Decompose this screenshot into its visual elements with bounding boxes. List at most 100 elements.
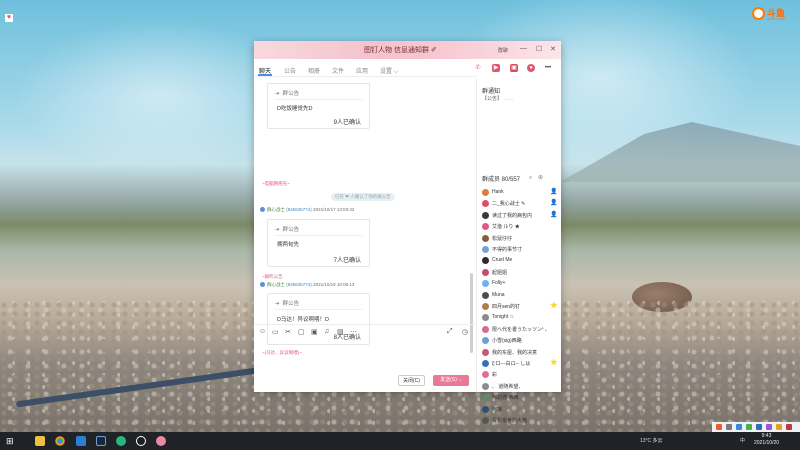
system-clock[interactable]: 9:43 2021/10/20	[754, 433, 779, 447]
member-row[interactable]: 青松零食的大猫	[482, 416, 560, 427]
member-avatar[interactable]	[482, 382, 489, 390]
member-avatar[interactable]	[482, 303, 489, 310]
member-row[interactable]: Cruel Me	[482, 256, 560, 267]
member-row[interactable]: 限へ代を書うたッツン㌧	[482, 325, 560, 336]
member-avatar[interactable]	[482, 280, 489, 288]
tab-apps[interactable]: 应用	[356, 66, 368, 75]
tray-app-icon[interactable]	[776, 424, 782, 430]
member-row[interactable]: 四月sen的钉 ⭐	[482, 302, 560, 313]
group-chat-label[interactable]: 群聊	[498, 47, 508, 54]
member-row[interactable]: Tonight ☆	[482, 313, 560, 324]
member-avatar[interactable]	[482, 314, 489, 322]
invite-member-icon[interactable]: ⊕	[538, 175, 543, 181]
phone-icon[interactable]: ✆	[474, 64, 482, 72]
app-icon[interactable]	[116, 436, 126, 446]
chrome-icon[interactable]	[55, 436, 65, 446]
desktop-heart-icon[interactable]: ♥	[5, 14, 13, 22]
member-row[interactable]: 不得的事节寸	[482, 245, 560, 256]
member-avatar[interactable]	[482, 405, 489, 413]
scissors-icon[interactable]: ✂	[285, 328, 291, 336]
member-row[interactable]: 起姐姐	[482, 268, 560, 279]
member-row[interactable]: 松鼠仔仔	[482, 234, 560, 245]
edge-icon[interactable]	[76, 436, 86, 446]
sender-avatar[interactable]	[260, 207, 265, 213]
tab-announcement[interactable]: 公告	[284, 66, 296, 75]
member-avatar[interactable]	[482, 371, 489, 379]
title-bar[interactable]: 图钉人物 信息通知群 ✐ 群聊 — ☐ ✕	[254, 41, 561, 59]
maximize-button[interactable]: ☐	[536, 45, 542, 53]
image-icon[interactable]: ▣	[311, 328, 318, 336]
member-avatar[interactable]	[482, 234, 489, 242]
sender-name[interactable]: 群心战士	[267, 207, 285, 212]
qq-icon[interactable]	[136, 436, 146, 446]
minimize-button[interactable]: —	[520, 45, 527, 52]
announcement-card[interactable]: ➜ 群公告 拥两旬先 7人已确认	[267, 219, 370, 267]
member-avatar[interactable]	[482, 257, 489, 265]
member-row[interactable]: Folly+	[482, 279, 560, 290]
member-avatar[interactable]	[482, 268, 489, 276]
member-row[interactable]: 阿橹	[482, 405, 560, 416]
member-avatar[interactable]	[482, 189, 489, 196]
emoji-icon[interactable]: ☺	[259, 328, 266, 335]
gif-icon[interactable]: ▭	[272, 328, 279, 336]
weather-text[interactable]: 13°C 多云	[640, 437, 663, 444]
more-menu-icon[interactable]: •••	[544, 64, 552, 72]
member-row[interactable]: 读过了我的病包内 👤	[482, 211, 560, 222]
member-avatar[interactable]	[482, 337, 489, 345]
more-icon[interactable]: ⋯	[350, 328, 357, 336]
close-window-button[interactable]: ✕	[550, 45, 556, 53]
tab-settings[interactable]: 设置 ⌵	[380, 66, 398, 76]
member-search-icon[interactable]: ⌕	[529, 175, 532, 181]
member-row[interactable]: 、 道随希望、	[482, 382, 560, 393]
member-avatar[interactable]	[482, 348, 489, 356]
tray-app-icon[interactable]	[746, 424, 752, 430]
picture-icon[interactable]: ▨	[337, 328, 344, 336]
tray-app-icon[interactable]	[756, 424, 762, 430]
member-row[interactable]: 我的东屋、我的决意	[482, 348, 560, 359]
member-avatar[interactable]	[482, 325, 489, 333]
member-avatar[interactable]	[482, 417, 489, 424]
steam-icon[interactable]	[96, 436, 106, 446]
member-avatar[interactable]	[482, 223, 489, 231]
member-row[interactable]: 二_我心战士 ✎ 👤	[482, 199, 560, 210]
member-row[interactable]: Hank 👤	[482, 188, 560, 199]
music-icon[interactable]: ♫	[324, 328, 329, 335]
video-call-icon[interactable]: ▶	[492, 64, 500, 72]
member-row[interactable]: 艾渔 ルり ★	[482, 222, 560, 233]
history-icon[interactable]: ◷	[462, 328, 468, 336]
tray-app-icon[interactable]	[716, 424, 722, 430]
screen-share-icon[interactable]: ▣	[510, 64, 518, 72]
tray-app-icon[interactable]	[766, 424, 772, 430]
member-avatar[interactable]	[482, 200, 489, 208]
confirm-count[interactable]: 7人已确认	[334, 255, 361, 264]
sender-avatar[interactable]	[260, 282, 265, 288]
member-row[interactable]: 小雪(sig)西路	[482, 336, 560, 347]
confirm-notice-pill[interactable]: 已有 ❤ 人确认了你的群公告	[331, 193, 395, 201]
notice-title[interactable]: 群通知	[482, 86, 500, 95]
member-avatar[interactable]	[482, 360, 489, 367]
tab-album[interactable]: 相册	[308, 66, 320, 75]
close-button[interactable]: 关闭(C)	[398, 375, 425, 386]
folder-icon[interactable]: ▢	[298, 328, 305, 336]
tray-app-icon[interactable]	[736, 424, 742, 430]
notice-preview[interactable]: 【公告】 ……	[482, 95, 513, 102]
file-explorer-icon[interactable]	[35, 436, 45, 446]
qq-chat-icon[interactable]	[156, 436, 166, 446]
expand-icon[interactable]: ⤢	[447, 328, 453, 336]
douyu-logo[interactable]: 斗鱼 DOUYU.COM	[752, 6, 792, 22]
member-row[interactable]: ξ:口---白ロ-- しは ⭐	[482, 359, 560, 370]
member-avatar[interactable]	[482, 291, 489, 299]
ime-indicator[interactable]: 中	[740, 437, 745, 444]
member-avatar[interactable]	[482, 211, 489, 219]
announcement-card[interactable]: ➜ 群公告 D吃饭睡觉先D 9人已确认	[267, 83, 370, 129]
member-row[interactable]: 彩	[482, 370, 560, 381]
sender-name[interactable]: 群心战士	[267, 282, 285, 287]
member-row[interactable]: Muna	[482, 291, 560, 302]
start-button-icon[interactable]: ⊞	[6, 436, 16, 446]
tray-app-icon[interactable]	[786, 424, 792, 430]
confirm-count[interactable]: 9人已确认	[334, 117, 361, 126]
announcement-card[interactable]: ➜ 群公告 D马达！异议啊喂！D 8人已确认	[267, 293, 370, 345]
member-row[interactable]: 阿勒德-西西	[482, 393, 560, 404]
tab-files[interactable]: 文件	[332, 66, 344, 75]
member-avatar[interactable]	[482, 394, 489, 402]
